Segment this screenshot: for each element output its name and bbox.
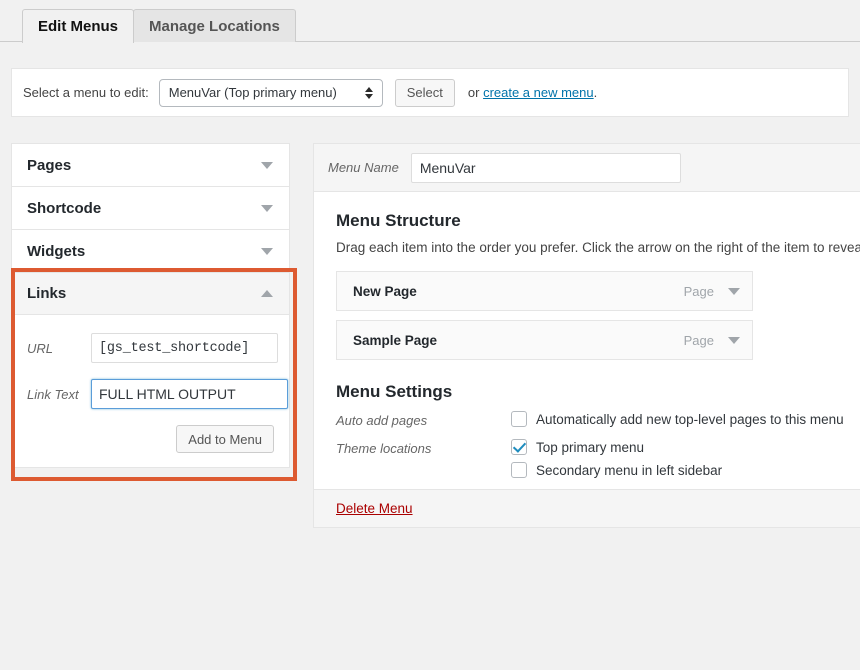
accordion-title-pages: Pages [27,156,72,174]
secondary-menu-checkbox[interactable] [511,462,527,478]
menu-settings-rows: Auto add pages Automatically add new top… [336,411,850,478]
url-input[interactable] [91,333,278,363]
menu-item-type: Page [683,332,714,348]
menu-name-bar: Menu Name [314,144,860,192]
url-label: URL [27,340,54,356]
menu-structure-heading: Menu Structure [336,211,461,230]
auto-add-pages-label: Auto add pages [336,413,428,428]
auto-add-pages-checkbox[interactable] [511,411,527,427]
theme-locations-row: Theme locations Top primary menu Seconda… [336,439,850,478]
auto-add-pages-option[interactable]: Automatically add new top-level pages to… [511,411,844,427]
tab-bar: Edit Menus Manage Locations [0,0,860,43]
or-label: or [467,85,484,100]
theme-locations-options: Top primary menu Secondary menu in left … [511,439,722,478]
theme-location-option-secondary[interactable]: Secondary menu in left sidebar [511,462,722,478]
url-field-row: URL [27,333,278,363]
accordion-header-shortcode[interactable]: Shortcode [12,187,289,229]
period-label: . [593,85,598,100]
accordion-header-links[interactable]: Links [12,273,289,315]
accordion-header-pages[interactable]: Pages [12,144,289,186]
link-text-field-row: Link Text [27,379,288,409]
link-text-input[interactable] [91,379,288,409]
menu-settings-heading: Menu Settings [336,382,453,401]
menu-name-input[interactable] [410,152,681,183]
delete-menu-link[interactable]: Delete Menu [336,501,413,516]
menu-item-row[interactable]: New Page Page [336,271,753,311]
add-menu-items-accordion: Pages Shortcode Widgets Links URL Link T… [11,143,290,468]
auto-add-pages-row: Auto add pages Automatically add new top… [336,411,850,428]
menu-select-dropdown[interactable]: MenuVar (Top primary menu) [158,78,383,107]
chevron-down-icon[interactable] [728,336,740,344]
menu-item-row[interactable]: Sample Page Page [336,320,753,360]
auto-add-pages-option-label: Automatically add new top-level pages to… [536,411,844,427]
menu-editor-panel: Menu Name Menu Structure Drag each item … [313,143,860,528]
create-menu-text: or create a new menu. [468,85,597,100]
accordion-panel-pages: Pages [11,143,290,186]
chevron-down-icon [261,247,273,255]
tab-manage-locations[interactable]: Manage Locations [133,9,296,42]
chevron-down-icon [261,204,273,212]
create-new-menu-link[interactable]: create a new menu [483,85,594,100]
menu-item-type: Page [683,283,714,299]
accordion-title-widgets: Widgets [27,242,86,260]
accordion-panel-links: Links URL Link Text Add to Menu [11,272,290,468]
top-primary-menu-label: Top primary menu [536,439,645,455]
menu-item-title: Sample Page [353,332,438,348]
theme-locations-label: Theme locations [336,441,432,456]
select-button[interactable]: Select [394,78,455,107]
add-to-menu-button[interactable]: Add to Menu [176,425,274,453]
menu-select-bar: Select a menu to edit: MenuVar (Top prim… [11,68,849,117]
secondary-menu-label: Secondary menu in left sidebar [536,462,723,478]
theme-location-option-top-primary[interactable]: Top primary menu [511,439,722,455]
link-text-label: Link Text [27,386,79,402]
accordion-title-links: Links [27,285,67,302]
links-form: URL Link Text Add to Menu [12,315,289,467]
chevron-down-icon[interactable] [728,287,740,295]
accordion-header-widgets[interactable]: Widgets [12,230,289,272]
select-menu-label: Select a menu to edit: [23,85,149,100]
menu-name-label: Menu Name [328,160,399,175]
sort-updown-icon [365,85,374,101]
menu-structure-description: Drag each item into the order you prefer… [336,240,860,255]
menu-select-value: MenuVar (Top primary menu) [168,85,337,100]
menu-editor-body: Menu Structure Drag each item into the o… [314,192,860,478]
menu-items-list: New Page Page Sample Page Page [336,271,850,360]
add-to-menu-row: Add to Menu [27,425,274,453]
tab-edit-menus[interactable]: Edit Menus [22,9,135,43]
tab-manage-locations-label: Manage Locations [149,17,280,35]
accordion-panel-widgets: Widgets [11,229,290,272]
chevron-up-icon [261,290,273,297]
menu-item-title: New Page [353,283,417,299]
tab-edit-menus-label: Edit Menus [38,18,119,35]
chevron-down-icon [261,161,273,169]
accordion-panel-shortcode: Shortcode [11,186,290,229]
auto-add-pages-options: Automatically add new top-level pages to… [511,411,844,428]
menu-editor-footer: Delete Menu [314,489,860,527]
top-primary-menu-checkbox[interactable] [511,439,527,455]
accordion-title-shortcode: Shortcode [27,199,102,217]
